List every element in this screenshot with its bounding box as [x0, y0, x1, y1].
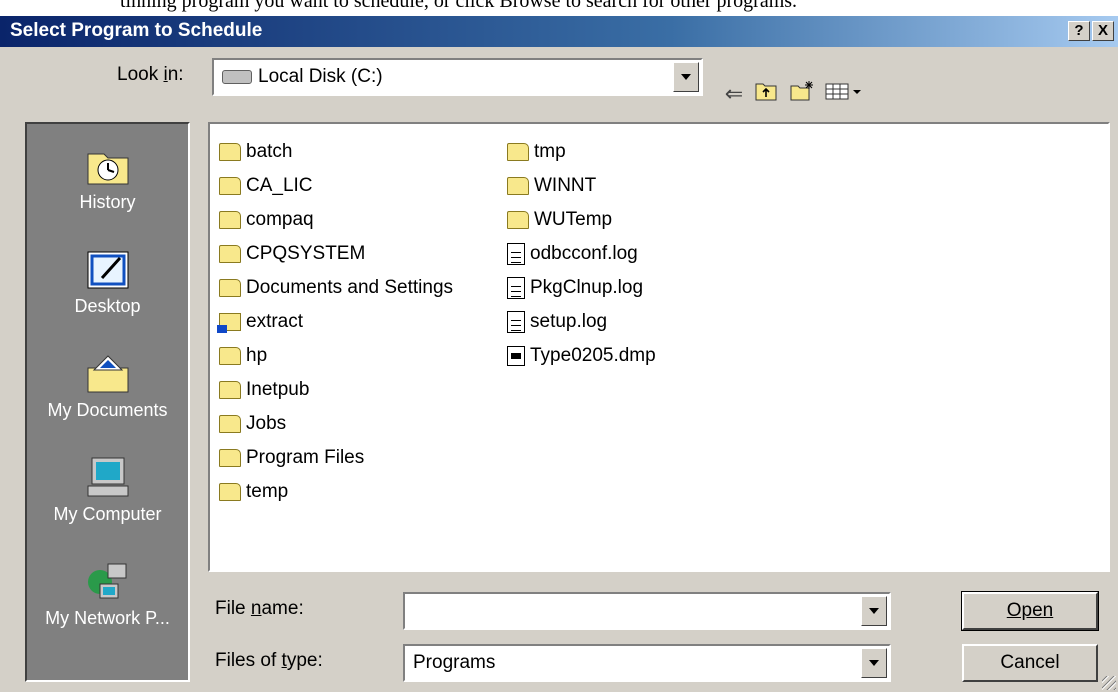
places-my-computer[interactable]: My Computer	[27, 456, 188, 525]
close-button[interactable]: X	[1092, 21, 1114, 41]
file-name: WINNT	[534, 175, 597, 196]
file-name: Program Files	[246, 447, 365, 468]
file-list-item[interactable]: WINNT	[507, 170, 596, 202]
drive-icon	[222, 69, 252, 84]
places-my-documents[interactable]: My Documents	[27, 352, 188, 421]
dump-file-icon	[507, 346, 525, 366]
places-history[interactable]: History	[27, 144, 188, 213]
file-list-items: batch CA_LICcompaq CPQSYSTEM Documents and …	[211, 136, 1110, 569]
file-name: PkgClnup.log	[530, 277, 644, 298]
file-list-item[interactable]: CPQSYSTEM	[219, 238, 365, 270]
file-name: WUTemp	[534, 209, 613, 230]
file-name: extract	[246, 311, 304, 332]
file-name: hp	[246, 345, 268, 366]
folder-icon	[219, 143, 241, 161]
folder-icon	[219, 347, 241, 365]
folder-icon	[219, 415, 241, 433]
folder-icon	[219, 245, 241, 263]
help-button[interactable]: ?	[1068, 21, 1090, 41]
file-list-item[interactable]: Program Files	[219, 442, 364, 474]
file-name: Jobs	[246, 413, 287, 434]
file-list-item[interactable]: batch	[219, 136, 292, 168]
text-file-icon	[507, 277, 525, 299]
file-list-item[interactable]: compaq	[219, 204, 314, 236]
file-name-combo[interactable]	[403, 592, 891, 630]
file-name: temp	[246, 481, 289, 502]
file-list-item[interactable]: Documents and Settings	[219, 272, 453, 304]
file-name: odbcconf.log	[530, 243, 638, 264]
shared-folder-icon	[217, 313, 241, 333]
look-in-value: Local Disk (C:)	[258, 66, 383, 87]
files-of-type-combo[interactable]: Programs	[403, 644, 891, 682]
folder-icon	[507, 177, 529, 195]
file-name: CPQSYSTEM	[246, 243, 366, 264]
file-name: compaq	[246, 209, 314, 230]
file-list-item[interactable]: CA_LIC	[219, 170, 313, 202]
select-program-dialog: Select Program to Schedule ? X Look in: …	[0, 16, 1118, 692]
file-name-dropdown-arrow[interactable]	[861, 596, 887, 626]
folder-icon	[219, 279, 241, 297]
folder-icon	[219, 177, 241, 195]
file-name: batch	[246, 141, 293, 162]
text-file-icon	[507, 311, 525, 333]
file-list-item[interactable]: extract	[217, 306, 304, 338]
look-in-combo[interactable]: Local Disk (C:)	[212, 58, 703, 96]
title-bar: Select Program to Schedule ? X	[0, 16, 1118, 47]
history-icon	[84, 144, 132, 188]
window-title: Select Program to Schedule	[10, 20, 263, 41]
file-name: tmp	[534, 141, 566, 162]
places-network[interactable]: My Network P...	[27, 560, 188, 629]
resize-grip[interactable]	[1102, 676, 1116, 690]
file-name: Type0205.dmp	[530, 345, 656, 366]
file-list-item[interactable]: setup.log	[507, 306, 607, 338]
folder-icon	[219, 449, 241, 467]
files-of-type-label: Files of type:	[215, 650, 323, 671]
folder-icon	[219, 381, 241, 399]
folder-icon	[219, 483, 241, 501]
file-list-item[interactable]: odbcconf.log	[507, 238, 638, 270]
folder-icon	[219, 211, 241, 229]
my-computer-icon	[84, 456, 132, 500]
view-menu-icon[interactable]	[822, 80, 866, 108]
file-list-item[interactable]: temp	[219, 476, 288, 508]
look-in-label: Look in:	[117, 64, 184, 85]
folder-icon	[507, 143, 529, 161]
file-name: CA_LIC	[246, 175, 313, 196]
look-in-dropdown-arrow[interactable]	[673, 62, 699, 92]
folder-icon	[507, 211, 529, 229]
open-button[interactable]: Open	[961, 591, 1099, 631]
file-name-label: File name:	[215, 598, 304, 619]
up-folder-icon[interactable]	[752, 80, 780, 108]
places-desktop[interactable]: Desktop	[27, 248, 188, 317]
text-file-icon	[507, 243, 525, 265]
file-list-item[interactable]: Jobs	[219, 408, 286, 440]
file-name: Documents and Settings	[246, 277, 454, 298]
places-bar: History Desktop My Documents My Computer…	[25, 122, 190, 682]
file-list-item[interactable]: WUTemp	[507, 204, 612, 236]
files-of-type-value: Programs	[413, 652, 496, 673]
file-name: Inetpub	[246, 379, 310, 400]
my-documents-icon	[84, 352, 132, 396]
file-list-item[interactable]: PkgClnup.log	[507, 272, 643, 304]
file-list-item[interactable]: tmp	[507, 136, 566, 168]
file-name: setup.log	[530, 311, 608, 332]
file-list-item[interactable]: Inetpub	[219, 374, 309, 406]
desktop-icon	[84, 248, 132, 292]
file-list-item[interactable]: Type0205.dmp	[507, 340, 656, 372]
new-folder-icon[interactable]	[788, 80, 816, 108]
file-list-item[interactable]: hp	[219, 340, 267, 372]
network-places-icon	[84, 560, 132, 604]
files-of-type-dropdown-arrow[interactable]	[861, 648, 887, 678]
back-icon[interactable]: ⇐	[720, 80, 748, 108]
cancel-button[interactable]: Cancel	[962, 644, 1098, 682]
